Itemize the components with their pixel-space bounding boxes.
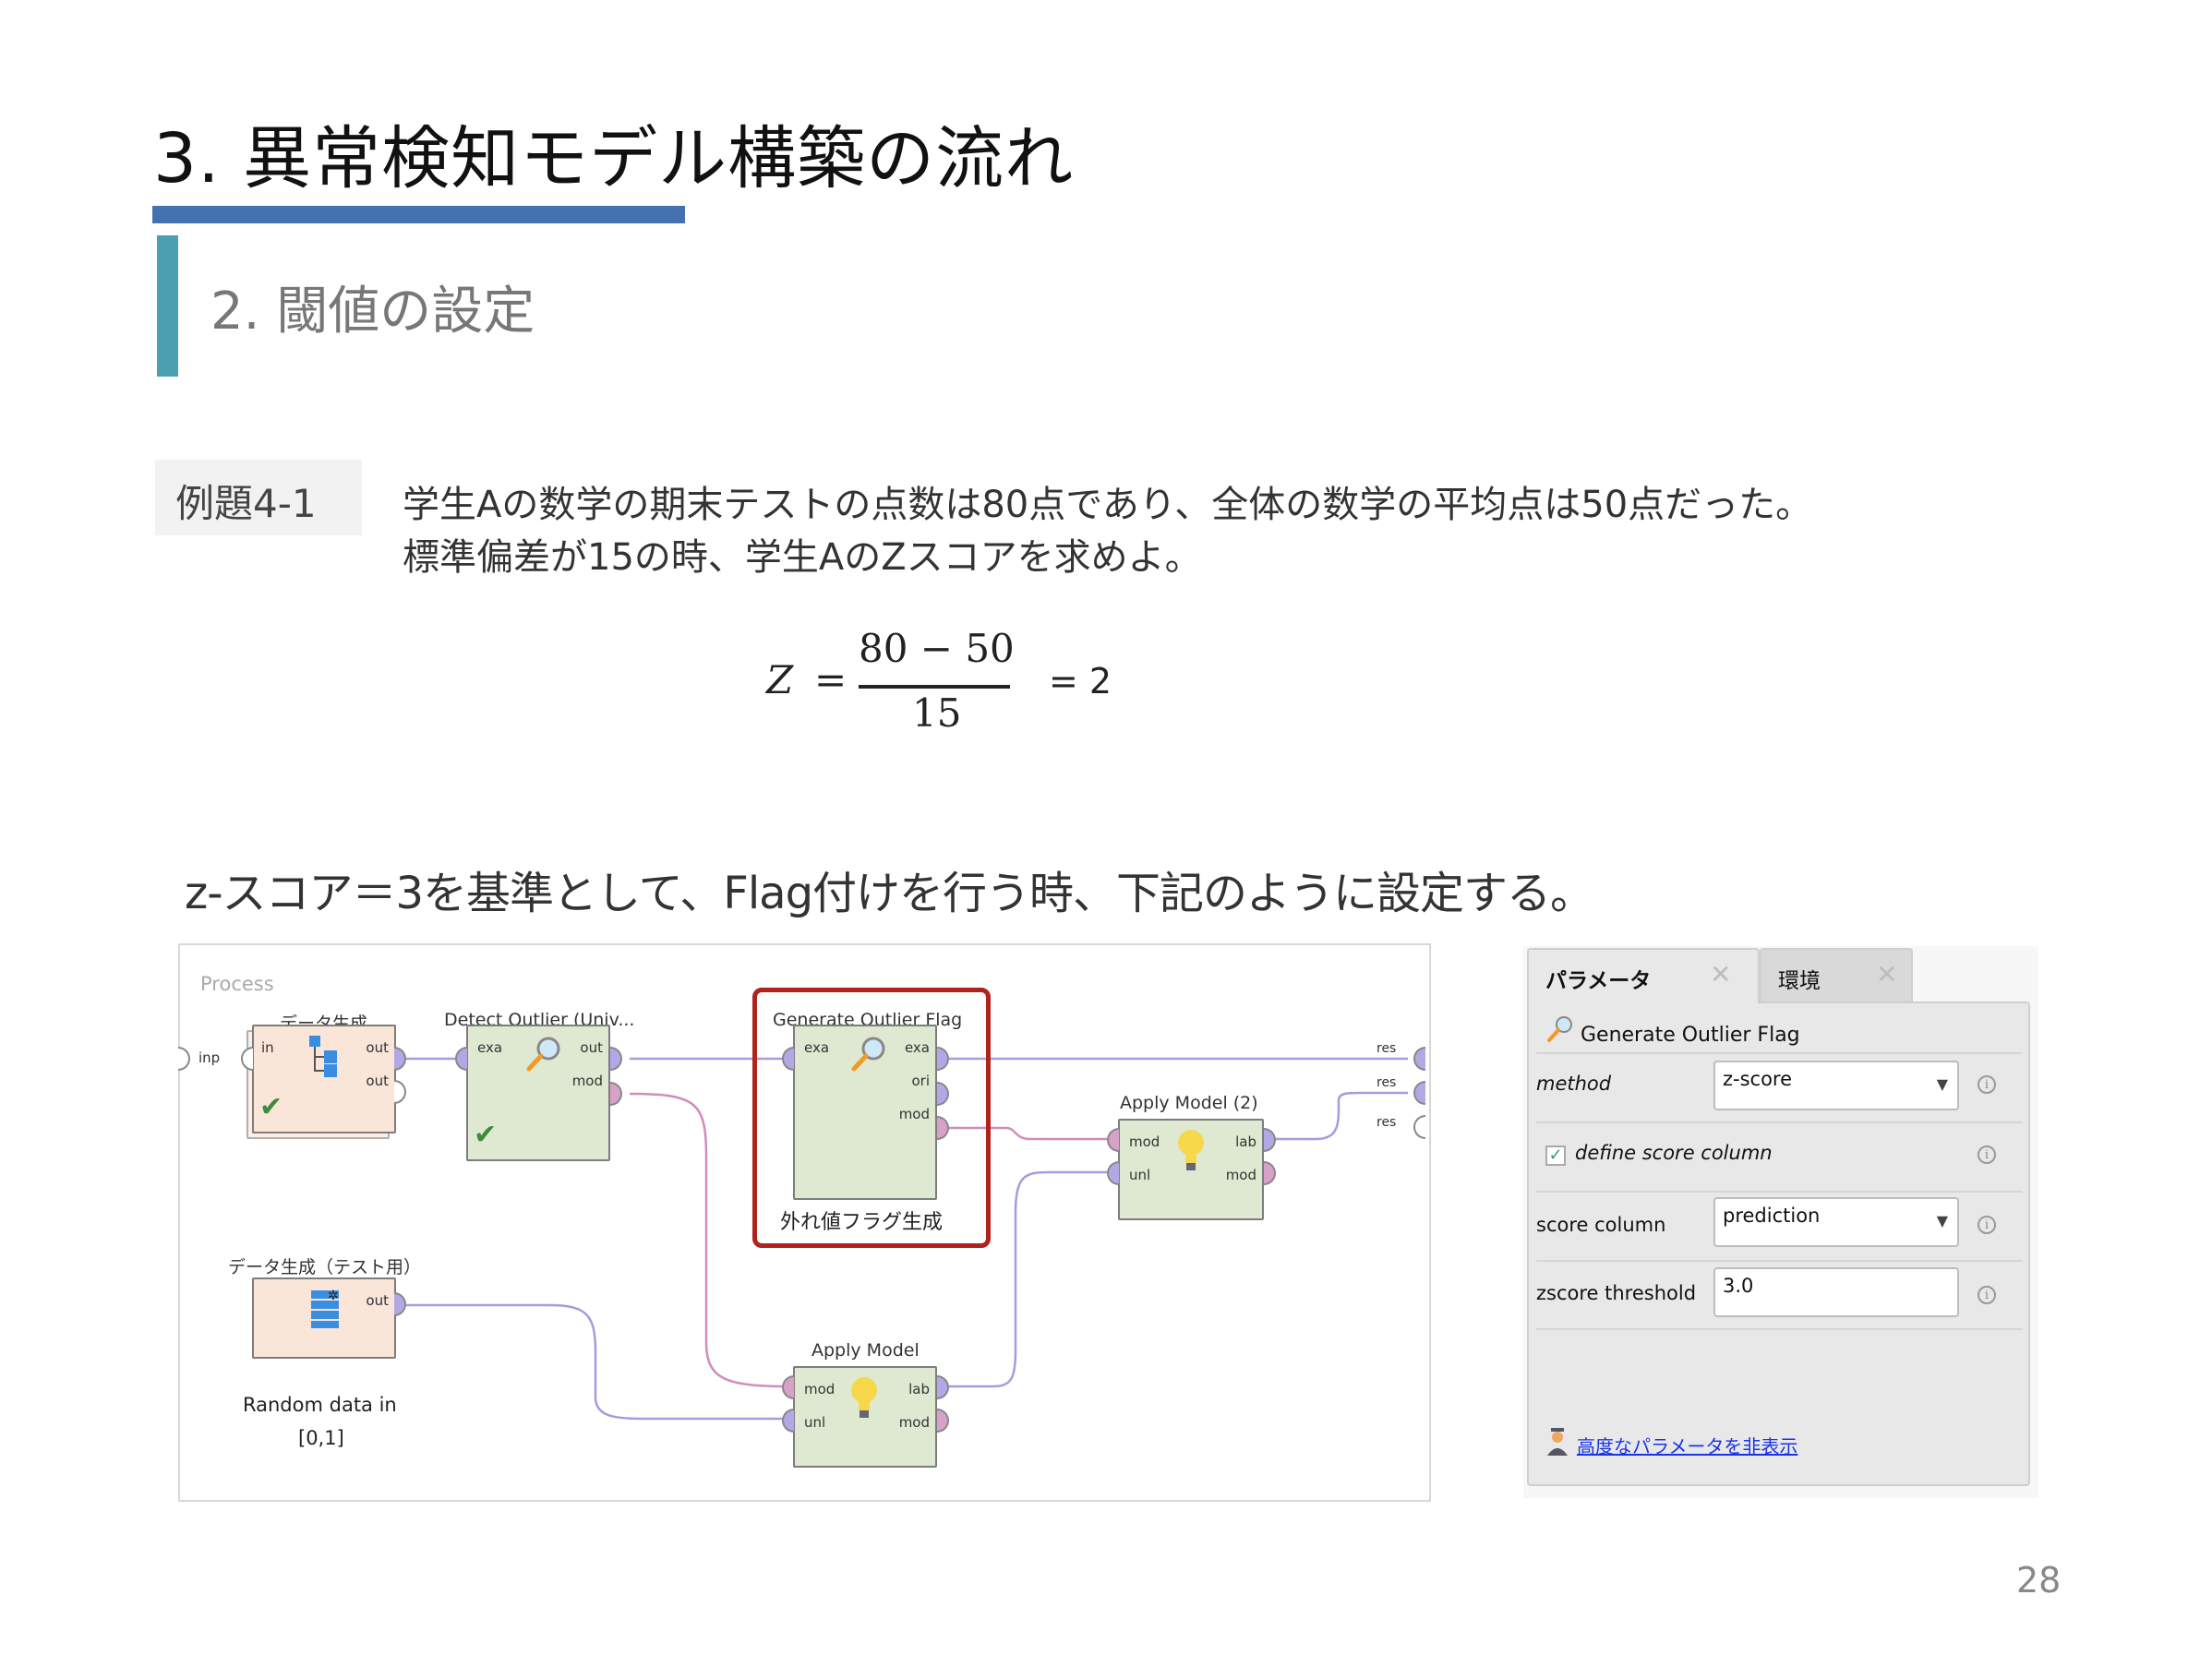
formula-lhs: Z: [766, 657, 794, 702]
parameters-panel: パラメータ ✕ 環境 ✕ Generate Outlier Flag metho…: [1523, 946, 2038, 1498]
process-canvas[interactable]: Process inp データ生成 in out out ✔ Detect Ou…: [178, 943, 1431, 1502]
operator-apply-model[interactable]: mod unl lab mod: [793, 1366, 937, 1468]
magnifier-icon: [851, 1037, 885, 1072]
port-label: mod: [898, 1414, 930, 1431]
subtitle-accent-bar: [157, 235, 178, 377]
operator-data-generation[interactable]: in out out ✔: [252, 1025, 396, 1133]
info-icon[interactable]: i: [1978, 1145, 1996, 1164]
port-label: exa: [804, 1039, 830, 1056]
port-label: lab: [1235, 1133, 1256, 1150]
port-label: ori: [911, 1073, 930, 1089]
port-label: mod: [571, 1073, 603, 1089]
magnifier-icon: [1547, 1016, 1572, 1042]
info-icon[interactable]: i: [1978, 1216, 1996, 1234]
port-label: out: [366, 1292, 389, 1309]
port-label: mod: [1129, 1133, 1160, 1150]
success-check-icon: ✔: [474, 1119, 498, 1151]
hide-advanced-parameters-link[interactable]: 高度なパラメータを非表示: [1577, 1432, 1797, 1458]
expert-user-icon: [1547, 1428, 1568, 1456]
port-label: exa: [477, 1039, 503, 1056]
select-value: prediction: [1723, 1205, 1821, 1227]
formula-numerator: 80 − 50: [859, 626, 1015, 671]
port-label: out: [366, 1039, 389, 1056]
operator-title: Generate Outlier Flag: [1581, 1024, 1800, 1047]
port-label: unl: [1129, 1167, 1151, 1183]
port-label: out: [366, 1073, 389, 1089]
slide-subtitle: 2. 閾値の設定: [210, 282, 535, 342]
define-score-column-checkbox[interactable]: ✓: [1545, 1145, 1566, 1166]
operator-name: データ生成（テスト用）: [228, 1257, 422, 1277]
divider: [1536, 1260, 2023, 1262]
port-label: unl: [804, 1414, 826, 1431]
select-value: z-score: [1723, 1068, 1793, 1090]
input-value: 3.0: [1723, 1275, 1754, 1297]
tab-label: パラメータ: [1545, 969, 1652, 993]
lightbulb-icon: [851, 1377, 877, 1418]
operator-name: Apply Model: [811, 1340, 920, 1361]
close-icon[interactable]: ✕: [1876, 959, 1897, 989]
lightbulb-icon: [1178, 1130, 1204, 1170]
chevron-down-icon: ▼: [1936, 1212, 1948, 1229]
info-icon[interactable]: i: [1978, 1286, 1996, 1304]
port-label: mod: [1225, 1167, 1256, 1183]
instruction-text: z-スコア＝3を基準として、Flag付けを行う時、下記のように設定する。: [185, 868, 1594, 919]
operator-data-generation-test[interactable]: out ✲: [252, 1277, 396, 1359]
param-label-score-column: score column: [1536, 1214, 1666, 1236]
operator-apply-model-2[interactable]: mod unl lab mod: [1118, 1119, 1264, 1220]
formula-denominator: 15: [912, 690, 962, 736]
formula-equals: =: [814, 657, 848, 702]
operator-name: Apply Model (2): [1120, 1093, 1258, 1113]
tab-environment[interactable]: 環境 ✕: [1760, 948, 1913, 1003]
divider: [1536, 1121, 2023, 1123]
port-label: mod: [898, 1106, 930, 1122]
data-generate-icon: ✲: [311, 1289, 339, 1328]
magnifier-icon: [526, 1037, 560, 1072]
zscore-threshold-input[interactable]: 3.0: [1713, 1267, 1959, 1317]
tab-parameters[interactable]: パラメータ ✕: [1527, 948, 1760, 1003]
divider: [1536, 1191, 2023, 1193]
method-select[interactable]: z-score ▼: [1713, 1061, 1959, 1110]
port-label: res: [1376, 1041, 1397, 1056]
port-label: res: [1376, 1115, 1397, 1130]
page-number: 28: [2016, 1560, 2062, 1601]
port-label: res: [1376, 1075, 1397, 1090]
score-column-select[interactable]: prediction ▼: [1713, 1197, 1959, 1247]
parameters-body: Generate Outlier Flag method z-score ▼ i…: [1527, 1001, 2030, 1486]
operator-caption: Random data in: [243, 1394, 397, 1416]
param-label-define-score-column: define score column: [1575, 1142, 1773, 1164]
question-line: 学生Aの数学の期末テストの点数は80点であり、全体の数学の平均点は50点だった。: [403, 484, 1813, 526]
port-label: out: [580, 1039, 603, 1056]
chevron-down-icon: ▼: [1936, 1075, 1948, 1093]
port-label: in: [261, 1039, 274, 1056]
info-icon[interactable]: i: [1978, 1075, 1996, 1094]
hierarchy-icon: [309, 1036, 337, 1077]
param-label-method: method: [1536, 1073, 1612, 1095]
port-label: lab: [908, 1381, 930, 1397]
operator-caption: 外れ値フラグ生成: [780, 1211, 944, 1234]
slide-title: 3. 異常検知モデル構築の流れ: [153, 119, 1075, 198]
title-underline-bar: [152, 206, 685, 223]
divider: [1536, 1052, 2023, 1054]
wire: [403, 1303, 789, 1421]
port-label: mod: [804, 1381, 836, 1397]
success-check-icon: ✔: [259, 1091, 283, 1123]
formula-fraction-bar: [859, 685, 1010, 689]
operator-generate-outlier-flag[interactable]: exa exa ori mod: [793, 1025, 937, 1200]
operator-detect-outlier[interactable]: exa out mod ✔: [466, 1025, 610, 1161]
port-label: exa: [904, 1039, 930, 1056]
tab-label: 環境: [1778, 969, 1821, 993]
formula-result: = 2: [1049, 661, 1112, 702]
divider: [1536, 1328, 2023, 1330]
svg-text:✲: ✲: [328, 1289, 339, 1303]
param-label-zscore-threshold: zscore threshold: [1536, 1282, 1697, 1304]
port-label: inp: [198, 1049, 221, 1066]
example-label: 例題4-1: [175, 481, 317, 526]
operator-caption: [0,1]: [298, 1427, 344, 1449]
close-icon[interactable]: ✕: [1710, 959, 1731, 989]
question-line: 標準偏差が15の時、学生AのZスコアを求めよ。: [403, 536, 1202, 579]
